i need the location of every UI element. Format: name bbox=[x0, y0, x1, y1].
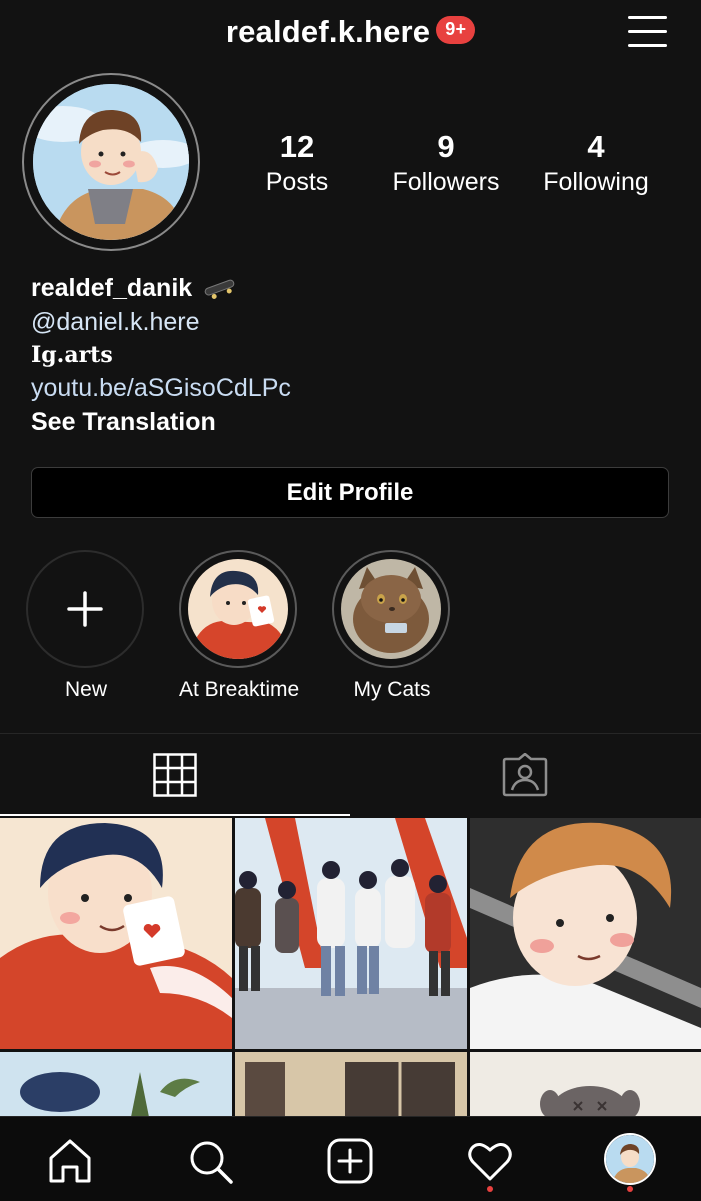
followers-label: Followers bbox=[392, 168, 500, 196]
plus-icon bbox=[67, 591, 103, 627]
bio-link[interactable]: youtu.be/aSGisoCdLPc bbox=[31, 374, 291, 403]
post-thumbnail-2[interactable] bbox=[235, 818, 467, 1049]
highlight-new[interactable]: New bbox=[26, 550, 146, 702]
nav-profile[interactable] bbox=[604, 1133, 656, 1185]
home-icon bbox=[49, 1139, 91, 1183]
highlight-my-cats[interactable]: My Cats bbox=[332, 550, 452, 702]
search-icon bbox=[190, 1141, 233, 1184]
active-tab-indicator bbox=[0, 814, 350, 816]
skateboard-icon bbox=[204, 280, 235, 300]
posts-grid bbox=[0, 818, 701, 1118]
see-translation-button[interactable]: See Translation bbox=[31, 408, 216, 437]
notification-badge: 9+ bbox=[436, 15, 476, 44]
tagged-icon bbox=[502, 753, 548, 797]
post-thumbnail-1[interactable] bbox=[0, 818, 232, 1049]
following-count: 4 bbox=[587, 129, 605, 164]
top-bar: realdef.k.here 9+ bbox=[0, 0, 701, 64]
posts-stat[interactable]: 12 Posts bbox=[217, 130, 377, 198]
highlight-at-breaktime[interactable]: At Breaktime bbox=[179, 550, 299, 702]
highlight-cover-cats bbox=[341, 559, 441, 659]
profile-name: realdef_danik bbox=[31, 274, 237, 303]
following-stat[interactable]: 4 Following bbox=[516, 130, 676, 198]
posts-label: Posts bbox=[265, 168, 329, 196]
highlight-label-breaktime: At Breaktime bbox=[179, 678, 300, 701]
following-label: Following bbox=[543, 168, 649, 196]
followers-stat[interactable]: 9 Followers bbox=[366, 130, 526, 198]
activity-notification-dot bbox=[487, 1186, 493, 1192]
bio-category: Ig.arts bbox=[31, 342, 113, 368]
post-thumbnail-5[interactable] bbox=[235, 1052, 467, 1118]
heart-icon bbox=[468, 1143, 512, 1181]
nav-new-post[interactable] bbox=[326, 1137, 374, 1185]
post-thumbnail-4[interactable] bbox=[0, 1052, 232, 1118]
tab-tagged[interactable] bbox=[350, 734, 700, 816]
profile-name-text: realdef_danik bbox=[31, 274, 193, 302]
highlight-circle-breaktime[interactable] bbox=[179, 550, 297, 668]
nav-search[interactable] bbox=[186, 1137, 234, 1185]
post-thumbnail-3[interactable] bbox=[470, 818, 701, 1049]
bottom-nav bbox=[0, 1116, 701, 1201]
grid-icon bbox=[153, 753, 197, 797]
highlight-circle-cats[interactable] bbox=[332, 550, 450, 668]
new-highlight-circle[interactable] bbox=[26, 550, 144, 668]
profile-notification-dot bbox=[627, 1186, 633, 1192]
posts-count: 12 bbox=[279, 129, 315, 164]
tab-grid[interactable] bbox=[0, 734, 350, 816]
highlight-label-new: New bbox=[64, 678, 107, 701]
mention-link[interactable]: @daniel.k.here bbox=[31, 308, 200, 337]
nav-home[interactable] bbox=[46, 1137, 94, 1185]
profile-avatar-icon bbox=[606, 1135, 654, 1183]
nav-activity[interactable] bbox=[466, 1137, 514, 1185]
account-title[interactable]: realdef.k.here 9+ bbox=[0, 12, 701, 50]
highlight-cover-breaktime bbox=[188, 559, 288, 659]
followers-count: 9 bbox=[437, 129, 455, 164]
edit-profile-button[interactable]: Edit Profile bbox=[31, 467, 669, 518]
post-thumbnail-6[interactable] bbox=[470, 1052, 701, 1118]
hamburger-menu-icon[interactable] bbox=[628, 14, 668, 50]
highlight-label-cats: My Cats bbox=[353, 678, 431, 701]
add-post-icon bbox=[327, 1138, 373, 1184]
username-title[interactable]: realdef.k.here bbox=[226, 14, 430, 49]
avatar[interactable] bbox=[33, 84, 189, 240]
